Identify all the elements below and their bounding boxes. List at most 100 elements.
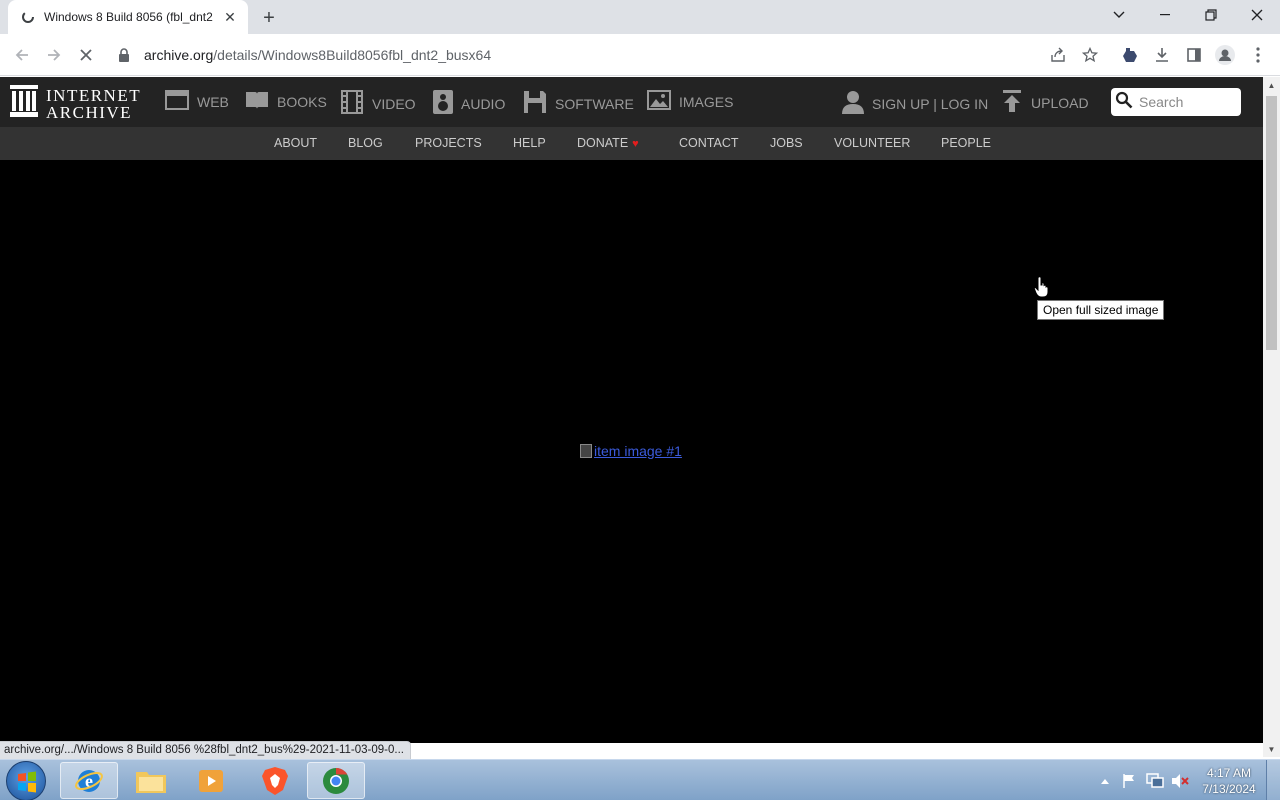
loading-icon <box>20 9 36 25</box>
ie-icon: e <box>75 769 103 792</box>
sub-nav-people[interactable]: PEOPLE <box>941 136 991 150</box>
nav-audio[interactable]: AUDIO <box>433 90 505 117</box>
tab-search-icon[interactable] <box>1096 0 1142 30</box>
screen: Windows 8 Build 8056 (fbl_dnt2 ✕ + archi… <box>0 0 1280 800</box>
extension-icon[interactable] <box>1119 44 1141 66</box>
nav-images-label: IMAGES <box>679 93 734 110</box>
bookmark-star-icon[interactable] <box>1079 44 1101 66</box>
sign-in-label: SIGN UP | LOG IN <box>872 95 989 112</box>
url-text: archive.org/details/Windows8Build8056fbl… <box>144 47 491 63</box>
taskbar-brave[interactable] <box>246 762 304 799</box>
address-bar[interactable]: archive.org/details/Windows8Build8056fbl… <box>108 39 1108 71</box>
nav-web[interactable]: WEB <box>165 90 229 113</box>
media-player-icon <box>199 769 223 792</box>
taskbar-explorer[interactable] <box>122 762 180 799</box>
download-icon[interactable] <box>1151 44 1173 66</box>
logo-line-2: ARCHIVE <box>46 102 133 122</box>
item-image-theater: item image #1 Open full sized image <box>0 160 1263 743</box>
menu-kebab-icon[interactable] <box>1247 44 1269 66</box>
broken-image-icon <box>580 444 592 458</box>
action-center-flag-icon[interactable] <box>1121 760 1137 800</box>
floppy-icon <box>523 90 547 117</box>
nav-web-label: WEB <box>197 93 229 110</box>
user-icon <box>842 90 864 117</box>
stop-loading-icon[interactable] <box>74 43 98 67</box>
tab-title: Windows 8 Build 8056 (fbl_dnt2 <box>44 10 213 24</box>
taskbar: e 4:17 AM 7/13/2024 <box>0 759 1280 800</box>
browser-toolbar: archive.org/details/Windows8Build8056fbl… <box>0 34 1280 76</box>
upload-icon <box>1003 90 1021 115</box>
upload-link[interactable]: UPLOAD <box>1003 90 1089 115</box>
restore-icon[interactable] <box>1188 0 1234 30</box>
tab-strip: Windows 8 Build 8056 (fbl_dnt2 ✕ + <box>0 0 1280 34</box>
books-icon <box>245 90 269 113</box>
clock-date: 7/13/2024 <box>1202 782 1256 796</box>
sub-nav-about[interactable]: ABOUT <box>274 136 317 150</box>
ia-search-box[interactable] <box>1111 88 1241 116</box>
ia-header: INTERNET ARCHIVE WEB BOOKS VIDEO AUDIO S… <box>0 77 1263 127</box>
sub-nav-jobs[interactable]: JOBS <box>770 136 803 150</box>
page-scrollbar[interactable]: ▲ ▼ <box>1263 77 1280 757</box>
sign-in-link[interactable]: SIGN UP | LOG IN <box>842 90 988 117</box>
ia-logo[interactable]: INTERNET ARCHIVE <box>10 85 141 122</box>
film-icon <box>340 90 364 117</box>
search-input[interactable] <box>1139 94 1235 110</box>
web-icon <box>165 90 189 113</box>
nav-images[interactable]: IMAGES <box>647 90 733 113</box>
sub-nav-help[interactable]: HELP <box>513 136 546 150</box>
new-tab-icon[interactable]: + <box>258 7 280 29</box>
chrome-icon <box>323 767 349 794</box>
taskbar-clock[interactable]: 4:17 AM 7/13/2024 <box>1196 765 1262 797</box>
item-image-alt-text: item image #1 <box>594 443 682 459</box>
side-panel-icon[interactable] <box>1183 44 1205 66</box>
share-icon[interactable] <box>1047 44 1069 66</box>
minimize-icon[interactable] <box>1142 0 1188 30</box>
profile-avatar-icon[interactable] <box>1214 44 1236 66</box>
taskbar-ie[interactable]: e <box>60 762 118 799</box>
nav-video[interactable]: VIDEO <box>340 90 416 117</box>
taskbar-chrome[interactable] <box>307 762 365 799</box>
folder-icon <box>136 771 166 793</box>
tooltip: Open full sized image <box>1037 300 1165 320</box>
sub-nav-donate[interactable]: DONATE ♥ <box>577 136 639 150</box>
upload-label: UPLOAD <box>1031 94 1089 111</box>
windows-logo-icon <box>18 771 36 793</box>
url-path: /details/Windows8Build8056fbl_dnt2_busx6… <box>213 47 492 63</box>
search-icon <box>1115 91 1133 114</box>
start-button[interactable] <box>6 761 46 800</box>
ia-logo-text: INTERNET ARCHIVE <box>46 87 141 121</box>
item-image-link[interactable]: item image #1 <box>580 443 682 459</box>
lock-icon[interactable] <box>118 48 132 62</box>
nav-books-label: BOOKS <box>277 93 327 110</box>
nav-software[interactable]: SOFTWARE <box>523 90 634 117</box>
browser-tab[interactable]: Windows 8 Build 8056 (fbl_dnt2 ✕ <box>8 0 248 34</box>
volume-muted-icon[interactable] <box>1171 760 1189 800</box>
heart-icon: ♥ <box>632 138 639 150</box>
sub-nav-contact[interactable]: CONTACT <box>679 136 739 150</box>
nav-video-label: VIDEO <box>372 95 416 112</box>
nav-books[interactable]: BOOKS <box>245 90 327 113</box>
taskbar-media-player[interactable] <box>182 762 240 799</box>
scroll-up-icon[interactable]: ▲ <box>1263 77 1280 94</box>
scroll-thumb[interactable] <box>1266 96 1277 350</box>
sub-nav-volunteer[interactable]: VOLUNTEER <box>834 136 910 150</box>
brave-icon <box>262 766 288 795</box>
clock-time: 4:17 AM <box>1206 766 1252 780</box>
network-icon[interactable] <box>1146 760 1164 800</box>
scroll-down-icon[interactable]: ▼ <box>1263 741 1280 758</box>
nav-audio-label: AUDIO <box>461 95 506 112</box>
back-icon[interactable] <box>10 43 34 67</box>
sub-nav-projects[interactable]: PROJECTS <box>415 136 482 150</box>
forward-icon[interactable] <box>42 43 66 67</box>
sub-nav-blog[interactable]: BLOG <box>348 136 383 150</box>
ia-sub-nav: ABOUT BLOG PROJECTS HELP DONATE ♥ CONTACT… <box>0 127 1263 160</box>
tab-close-icon[interactable]: ✕ <box>222 9 238 25</box>
tray-show-hidden-icon[interactable] <box>1100 760 1110 800</box>
nav-software-label: SOFTWARE <box>555 95 634 112</box>
images-icon <box>647 90 671 113</box>
archive-building-icon <box>10 85 38 122</box>
show-desktop-button[interactable] <box>1266 760 1280 800</box>
status-bar: archive.org/.../Windows 8 Build 8056 %28… <box>0 741 411 759</box>
sub-nav-donate-label: DONATE <box>577 136 629 150</box>
close-window-icon[interactable] <box>1234 0 1280 30</box>
